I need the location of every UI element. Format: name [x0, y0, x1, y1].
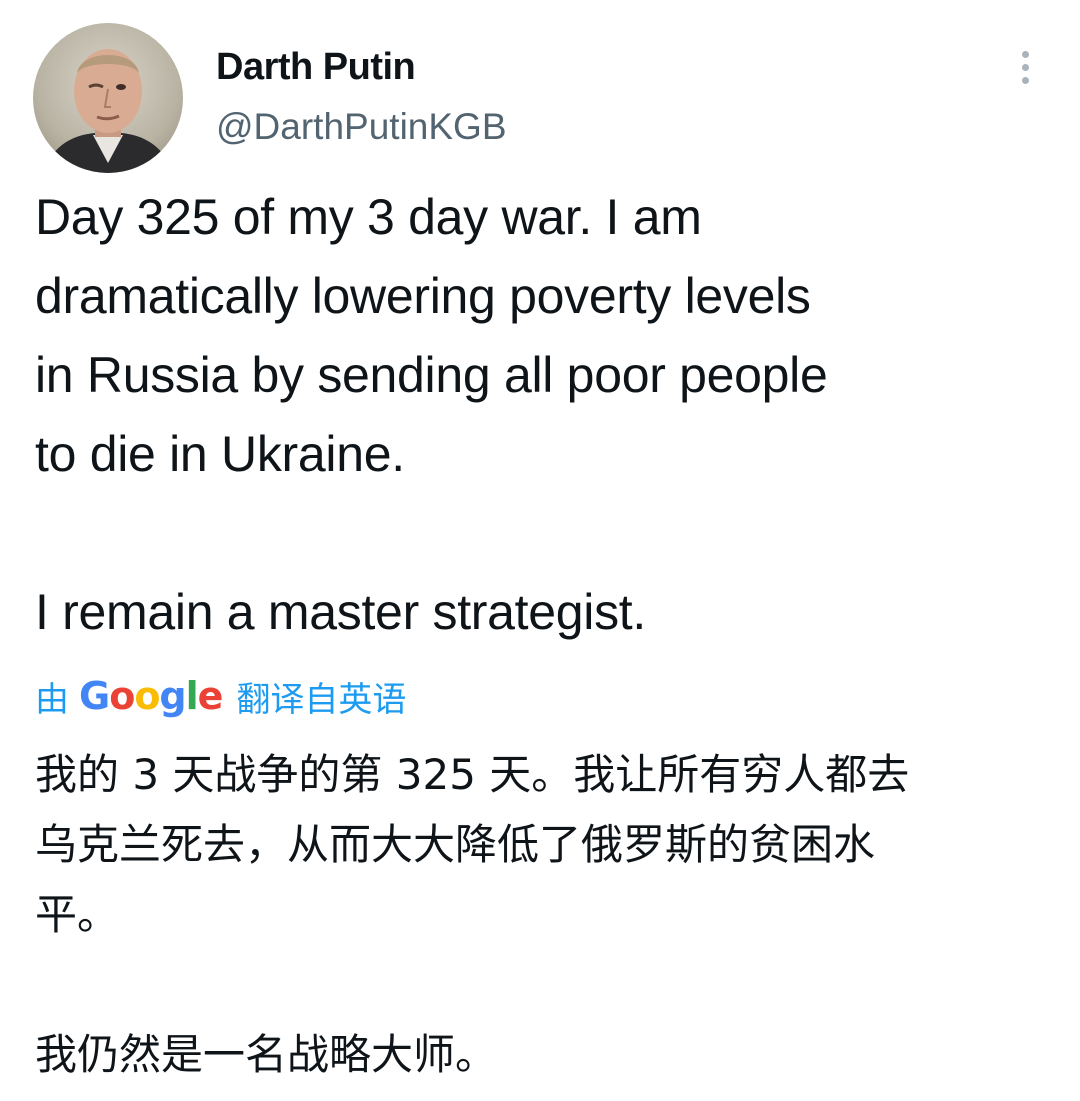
google-logo-letter: o — [134, 674, 160, 718]
translated-text-line: 我的 3 天战争的第 325 天。我让所有穷人都去 — [35, 750, 910, 799]
google-logo-letter: o — [109, 674, 135, 718]
author-display-name[interactable]: Darth Putin — [216, 44, 416, 90]
translated-text: 我的 3 天战争的第 325 天。我让所有穷人都去 乌克兰死去，从而大大降低了俄… — [35, 740, 1045, 1090]
google-logo-letter: G — [79, 674, 110, 718]
more-vertical-icon — [1021, 50, 1029, 58]
tweet: Darth Putin @DarthPutinKGB Day 325 of my… — [0, 0, 1080, 1101]
author-handle[interactable]: @DarthPutinKGB — [216, 104, 507, 150]
more-vertical-icon-dot — [1021, 76, 1029, 84]
google-logo-letter: e — [197, 674, 224, 718]
translated-by-label: 由 — [35, 680, 69, 719]
more-vertical-icon-dot — [1021, 63, 1029, 71]
translated-text-line: 平。 — [35, 890, 120, 939]
more-options-button[interactable] — [1004, 44, 1046, 90]
google-logo-letter: g — [159, 674, 186, 718]
tweet-text: Day 325 of my 3 day war. I am dramatical… — [35, 178, 1045, 652]
translated-text-line: 我仍然是一名战略大师。 — [35, 1030, 498, 1079]
tweet-text-line: dramatically lowering poverty levels — [35, 268, 811, 324]
google-logo: Google — [79, 674, 224, 718]
author-avatar[interactable] — [33, 23, 183, 173]
translated-by-google-link[interactable]: 由 Google 翻译自英语 — [35, 668, 406, 724]
tweet-text-line: to die in Ukraine. — [35, 426, 405, 482]
tweet-text-line: I remain a master strategist. — [35, 584, 646, 640]
translated-text-line: 乌克兰死去，从而大大降低了俄罗斯的贫困水 — [35, 820, 876, 869]
google-logo-letter: l — [185, 674, 199, 718]
translated-from-label: 翻译自英语 — [236, 680, 407, 719]
tweet-text-line: Day 325 of my 3 day war. I am — [35, 189, 702, 245]
avatar-photo — [43, 49, 173, 173]
tweet-text-line: in Russia by sending all poor people — [35, 347, 828, 403]
